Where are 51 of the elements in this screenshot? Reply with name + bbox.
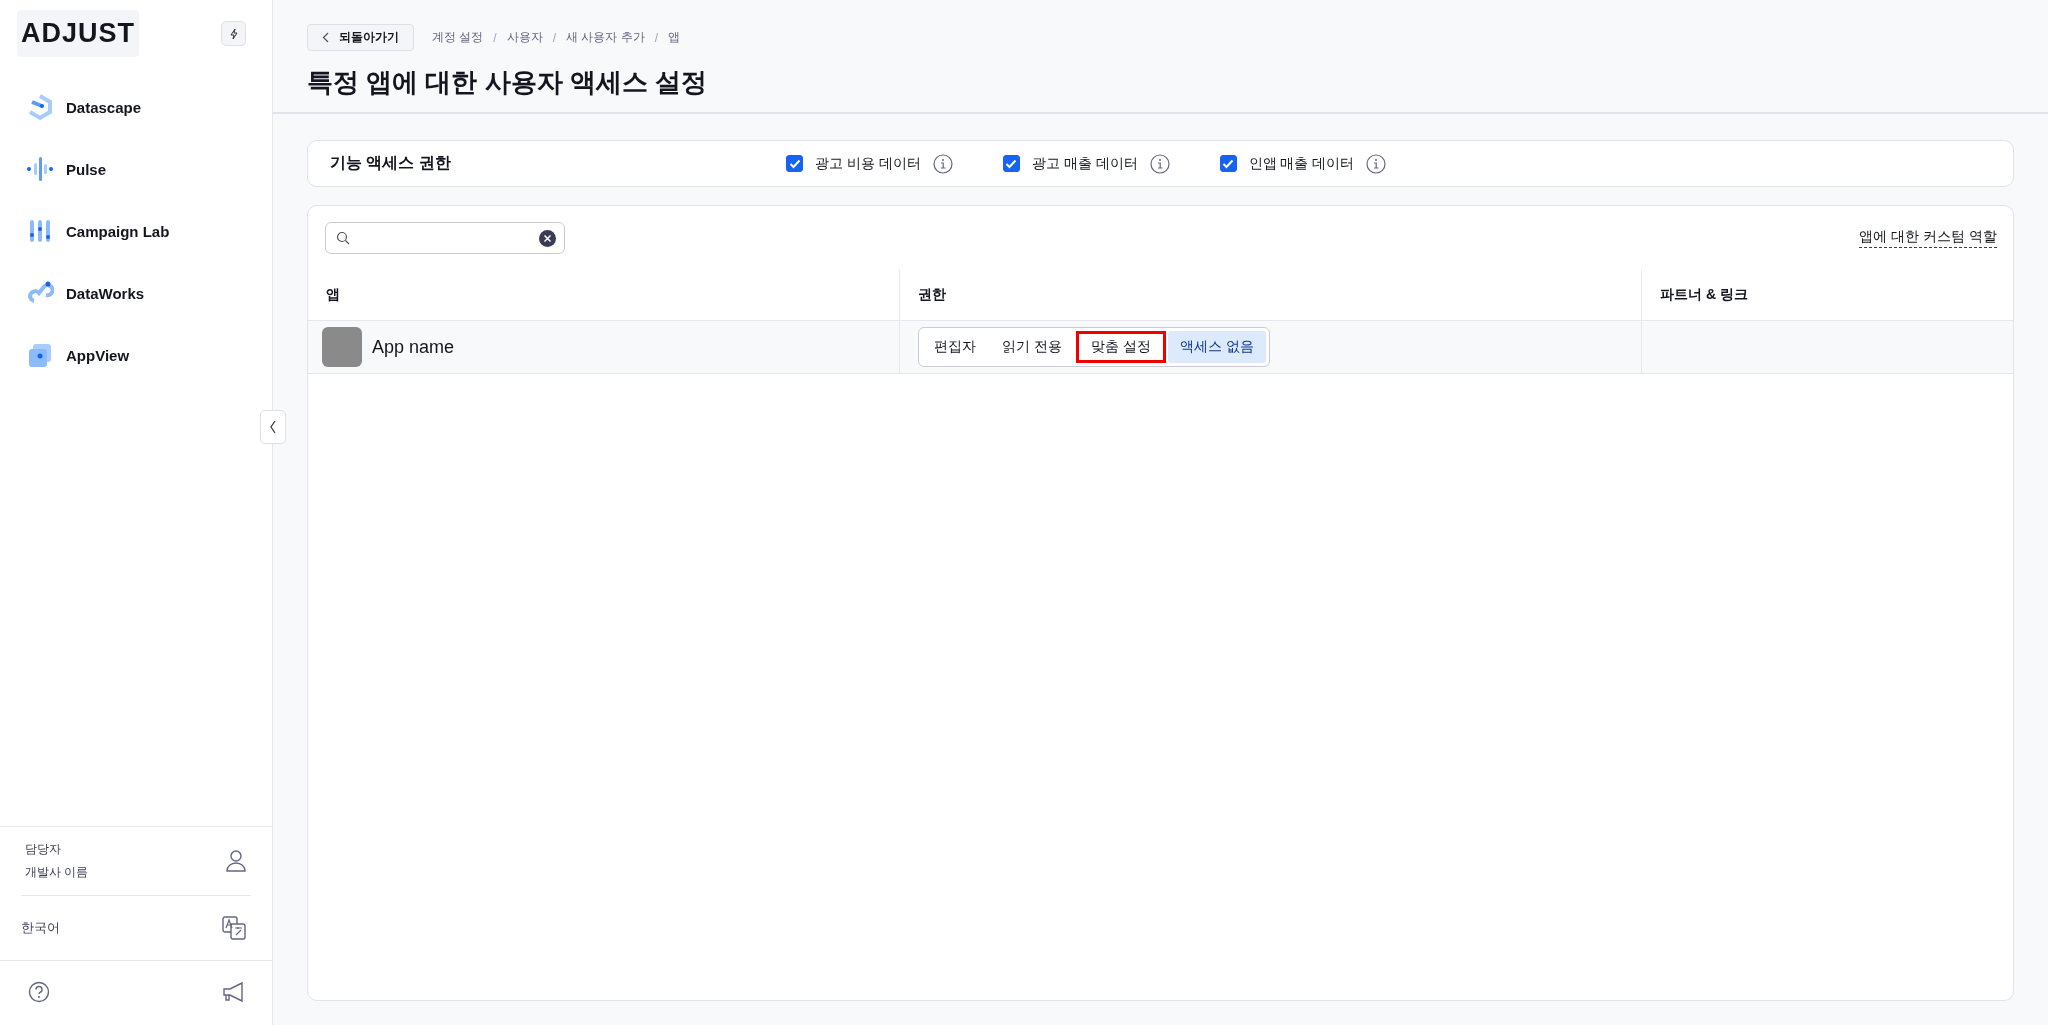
breadcrumb-link[interactable]: 앱 — [668, 29, 681, 46]
checkbox-label: 광고 비용 데이터 — [815, 154, 921, 173]
column-header: 권한 — [900, 270, 1642, 320]
help-icon[interactable] — [28, 981, 50, 1003]
column-header: 파트너 & 링크 — [1659, 285, 1749, 304]
breadcrumb-separator: / — [493, 30, 497, 45]
megaphone-icon[interactable] — [222, 981, 246, 1003]
language-label[interactable]: 한국어 — [21, 919, 60, 937]
checkbox[interactable] — [1219, 155, 1237, 172]
search-icon — [336, 231, 350, 245]
breadcrumb-separator: / — [552, 30, 557, 45]
permission-option[interactable]: 편집자 — [922, 331, 988, 363]
nav-item[interactable]: Datascape — [26, 93, 272, 121]
info-icon[interactable] — [1149, 153, 1170, 174]
checkbox-label: 광고 매출 데이터 — [1031, 154, 1138, 173]
info-icon[interactable] — [1366, 153, 1387, 174]
permission-option[interactable]: 액세스 없음 — [1167, 331, 1266, 363]
nav-item[interactable]: Campaign Lab — [26, 217, 272, 245]
breadcrumb-link[interactable]: 새 사용자 추가 — [566, 29, 645, 46]
nav-item[interactable]: DataWorks — [26, 279, 272, 307]
lightning-icon[interactable] — [221, 21, 246, 46]
feature-access-label: 기능 액세스 권한 — [330, 153, 452, 173]
sound-wave-icon — [26, 155, 54, 183]
developer-name: 개발사 이름 — [25, 864, 89, 881]
square-icon — [26, 341, 54, 369]
breadcrumb-separator: / — [654, 30, 659, 45]
hexagon-icon — [26, 93, 54, 121]
checkbox-label: 인앱 매출 데이터 — [1248, 154, 1355, 173]
app-name: App name — [372, 336, 455, 358]
info-icon[interactable] — [932, 153, 953, 174]
logo[interactable]: ADJUST — [17, 10, 139, 57]
permission-option[interactable]: 읽기 전용 — [990, 331, 1074, 363]
user-icon[interactable] — [225, 849, 247, 873]
permission-option[interactable]: 맞춤 설정 — [1075, 331, 1166, 363]
nav-item[interactable]: Pulse — [26, 155, 272, 183]
checkbox[interactable] — [1002, 155, 1020, 172]
page-title: 특정 앱에 대한 사용자 액세스 설정 — [307, 66, 709, 99]
breadcrumb-link[interactable]: 계정 설정 — [432, 29, 484, 46]
breadcrumb-link[interactable]: 사용자 — [506, 29, 543, 46]
user-role: 담당자 — [25, 841, 62, 858]
nav-item[interactable]: AppView — [26, 341, 272, 369]
translate-icon[interactable] — [222, 916, 246, 940]
app-thumbnail — [322, 327, 362, 367]
column-header: 앱 — [308, 270, 900, 320]
back-button[interactable]: 되돌아가기 — [307, 24, 414, 51]
checkbox[interactable] — [786, 155, 803, 172]
custom-role-link[interactable]: 앱에 대한 커스텀 역할 — [1859, 228, 1997, 248]
clear-icon[interactable] — [539, 229, 556, 247]
chevron-left-icon — [322, 32, 329, 43]
search-field[interactable] — [325, 222, 565, 254]
collapse-handle[interactable] — [260, 410, 286, 444]
